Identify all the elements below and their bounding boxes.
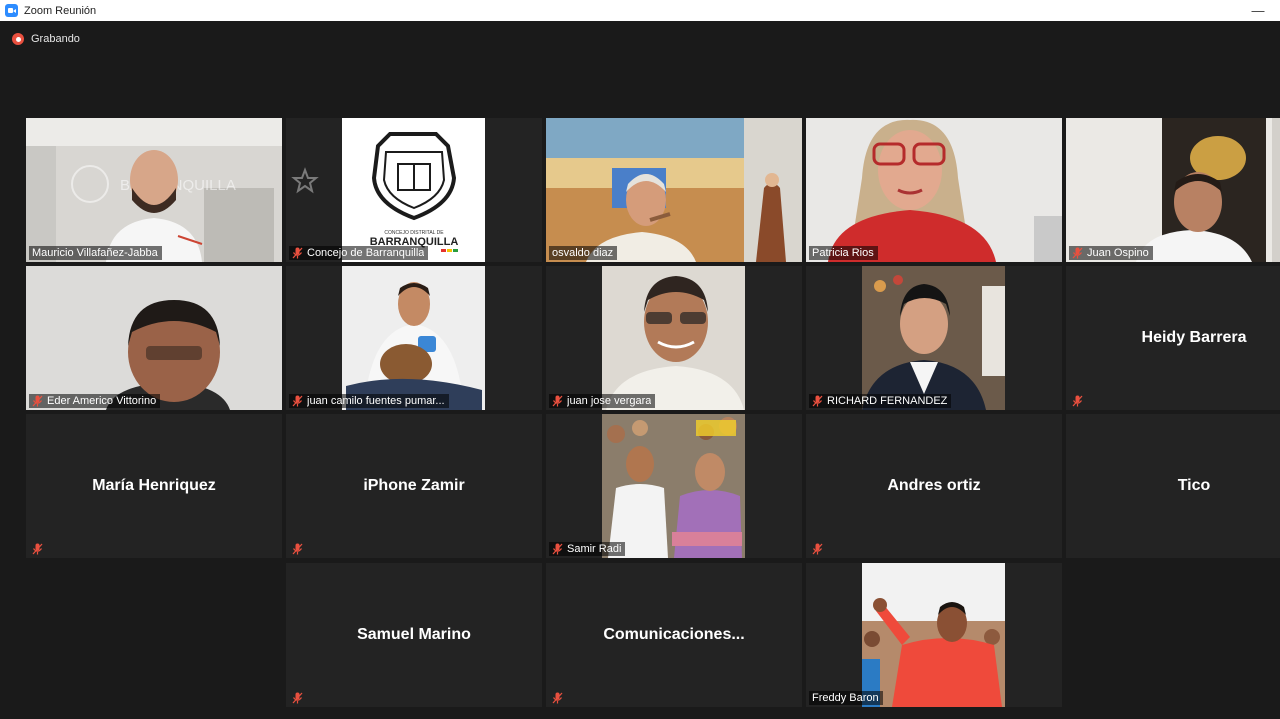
mic-muted-icon xyxy=(552,543,563,555)
participant-tile-osvaldo[interactable]: osvaldo diaz xyxy=(546,118,802,262)
nameplate: Juan Ospino xyxy=(1069,246,1153,260)
participant-name: Eder Americo Vittorino xyxy=(47,395,157,407)
nameplate xyxy=(1069,394,1091,408)
participant-tile-iphone-zamir[interactable]: iPhone Zamir xyxy=(286,414,542,558)
mic-muted-icon xyxy=(1072,247,1083,259)
nameplate: juan camilo fuentes pumar... xyxy=(289,394,449,408)
participant-tile-heidy[interactable]: Heidy Barrera xyxy=(1066,266,1280,410)
participant-tile-eder[interactable]: Eder Americo Vittorino xyxy=(26,266,282,410)
participant-name-centered: Andres ortiz xyxy=(887,477,981,494)
participant-video: BARRANQUILLA xyxy=(26,118,282,262)
mic-muted-icon xyxy=(292,692,303,704)
mic-muted-icon xyxy=(1072,395,1083,407)
mic-muted-icon xyxy=(292,543,303,555)
participant-name: Juan Ospino xyxy=(1087,247,1149,259)
participant-name: juan camilo fuentes pumar... xyxy=(307,395,445,407)
participant-tile-andres[interactable]: Andres ortiz xyxy=(806,414,1062,558)
mic-muted-icon xyxy=(552,395,563,407)
participant-tile-juan-camilo[interactable]: juan camilo fuentes pumar... xyxy=(286,266,542,410)
mic-muted-icon xyxy=(552,692,563,704)
participant-tile-patricia[interactable]: Patricia Rios xyxy=(806,118,1062,262)
participant-name: Patricia Rios xyxy=(812,247,874,259)
mic-muted-icon xyxy=(812,395,823,407)
nameplate: Samir Radi xyxy=(549,542,626,556)
participant-name-centered: Heidy Barrera xyxy=(1141,329,1247,346)
nameplate xyxy=(29,542,51,556)
participant-video xyxy=(286,266,542,410)
participant-video xyxy=(806,266,1062,410)
zoom-app-icon xyxy=(5,4,18,17)
minimize-button[interactable]: — xyxy=(1236,0,1280,21)
participant-video xyxy=(26,266,282,410)
participant-tile-freddy[interactable]: Freddy Baron xyxy=(806,563,1062,707)
participant-tile-mauricio[interactable]: BARRANQUILLA Mauricio Villafañez-Jabba xyxy=(26,118,282,262)
nameplate: juan jose vergara xyxy=(549,394,656,408)
participant-tile-comunicaciones[interactable]: Comunicaciones... xyxy=(546,563,802,707)
nameplate: Concejo de Barranquilla xyxy=(289,246,429,260)
participant-name-centered: iPhone Zamir xyxy=(363,477,465,494)
mic-muted-icon xyxy=(292,395,303,407)
participant-tile-tico[interactable]: Tico xyxy=(1066,414,1280,558)
participant-tile-samuel[interactable]: Samuel Marino xyxy=(286,563,542,707)
nameplate: Mauricio Villafañez-Jabba xyxy=(29,246,162,260)
participant-tile-samir[interactable]: Samir Radi xyxy=(546,414,802,558)
nameplate xyxy=(289,542,311,556)
nameplate: Eder Americo Vittorino xyxy=(29,394,161,408)
participant-video: CONCEJO DISTRITAL DE BARRANQUILLA xyxy=(286,118,542,262)
recording-label: Grabando xyxy=(31,33,80,45)
participant-tile-juan-ospino[interactable]: Juan Ospino xyxy=(1066,118,1280,262)
nameplate xyxy=(809,542,831,556)
recording-indicator[interactable]: Grabando xyxy=(12,33,80,45)
mic-muted-icon xyxy=(292,247,303,259)
participant-tile-richard[interactable]: RICHARD FERNANDEZ xyxy=(806,266,1062,410)
participant-name-centered: Samuel Marino xyxy=(357,626,471,643)
participant-video xyxy=(806,118,1062,262)
nameplate: osvaldo diaz xyxy=(549,246,618,260)
mic-muted-icon xyxy=(812,543,823,555)
participant-video xyxy=(546,266,802,410)
window-title: Zoom Reunión xyxy=(24,4,97,17)
nameplate: Patricia Rios xyxy=(809,246,878,260)
participant-name: juan jose vergara xyxy=(567,395,652,407)
participant-name-centered: María Henriquez xyxy=(92,477,216,494)
participant-name: Samir Radi xyxy=(567,543,622,555)
nameplate: RICHARD FERNANDEZ xyxy=(809,394,952,408)
participant-video xyxy=(546,118,802,262)
record-icon xyxy=(12,33,24,45)
mic-muted-icon xyxy=(32,395,43,407)
participant-video xyxy=(1066,118,1280,262)
title-bar: Zoom Reunión — xyxy=(0,0,1280,21)
participant-video xyxy=(806,563,1062,707)
nameplate: Freddy Baron xyxy=(809,691,883,705)
participant-name-centered: Comunicaciones... xyxy=(603,626,745,643)
participant-tile-concejo[interactable]: CONCEJO DISTRITAL DE BARRANQUILLA Concej… xyxy=(286,118,542,262)
mic-muted-icon xyxy=(32,543,43,555)
meeting-stage: Grabando BARRANQUILLA Mauricio Villafañe… xyxy=(0,21,1280,719)
participant-video xyxy=(546,414,802,558)
participant-name: Concejo de Barranquilla xyxy=(307,247,425,259)
participant-name: Freddy Baron xyxy=(812,692,879,704)
participant-tile-maria[interactable]: María Henriquez xyxy=(26,414,282,558)
participant-name-centered: Tico xyxy=(1177,477,1211,494)
participant-name: osvaldo diaz xyxy=(552,247,614,259)
nameplate xyxy=(549,691,571,705)
participant-name: Mauricio Villafañez-Jabba xyxy=(32,247,158,259)
nameplate xyxy=(289,691,311,705)
participant-tile-juan-jose[interactable]: juan jose vergara xyxy=(546,266,802,410)
participant-name: RICHARD FERNANDEZ xyxy=(827,395,948,407)
